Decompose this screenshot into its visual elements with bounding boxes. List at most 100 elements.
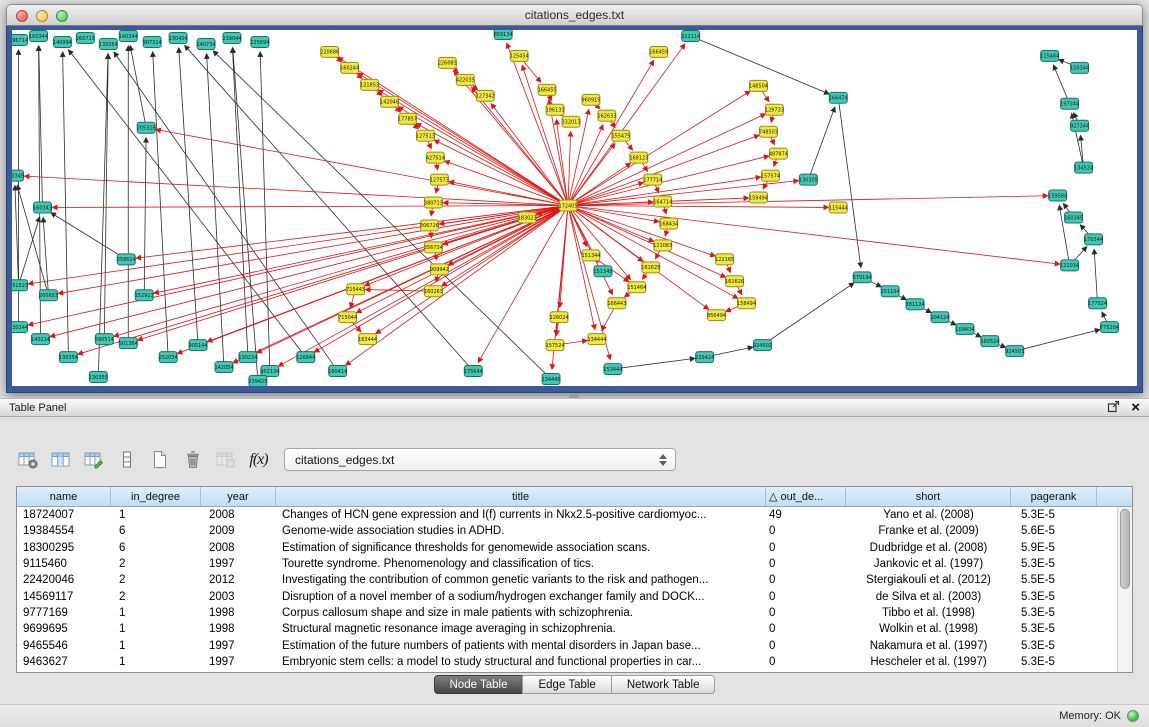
network-node[interactable]: 175644	[464, 366, 483, 377]
table-row[interactable]: 1830029562008Estimation of significance …	[17, 540, 1132, 556]
network-node[interactable]: 152913	[135, 290, 154, 301]
network-node[interactable]: 148504	[749, 80, 768, 91]
network-node[interactable]: 153444	[603, 364, 622, 375]
network-node[interactable]: 134524	[1074, 162, 1093, 173]
network-node[interactable]: 170344	[1084, 234, 1103, 245]
table-row[interactable]: 911546021997Tourette syndrome. Phenomeno…	[17, 556, 1132, 572]
network-node[interactable]: 679194	[853, 272, 872, 283]
network-node[interactable]: 166474	[829, 92, 848, 103]
network-node[interactable]: 130234	[238, 352, 257, 363]
network-node[interactable]: 151345	[593, 266, 612, 277]
window-titlebar[interactable]: citations_edges.txt	[6, 4, 1143, 26]
network-node[interactable]: 142046	[380, 96, 399, 107]
network-node[interactable]: 163444	[358, 334, 377, 345]
row-height-icon[interactable]	[113, 446, 140, 473]
network-node[interactable]: 121083	[653, 240, 672, 251]
network-node[interactable]: 157574	[761, 170, 780, 181]
network-node[interactable]: 258614	[117, 254, 136, 265]
network-node[interactable]: 927344	[1070, 120, 1089, 131]
network-node[interactable]: 239424	[695, 352, 714, 363]
function-builder-icon[interactable]: f(x)	[245, 446, 272, 473]
network-node[interactable]: 142054	[215, 362, 234, 373]
network-node[interactable]: 126844	[296, 352, 315, 363]
network-node[interactable]: 166443	[607, 298, 626, 309]
network-node[interactable]: 205316	[137, 122, 156, 133]
column-header-short[interactable]: short	[846, 487, 1011, 506]
network-node[interactable]: 150344	[1070, 62, 1089, 73]
table-row[interactable]: 1456911722003Disruption of a novel membe…	[17, 588, 1132, 604]
network-node[interactable]: 924503	[1005, 346, 1024, 357]
tab-edge-table[interactable]: Edge Table	[522, 675, 611, 694]
network-node[interactable]: 134445	[542, 374, 561, 385]
scrollbar-thumb[interactable]	[1120, 509, 1130, 589]
network-node[interactable]: 590514	[95, 334, 114, 345]
network-node[interactable]: 158494	[737, 298, 756, 309]
network-node[interactable]: 159494	[749, 192, 768, 203]
network-node[interactable]: 125694	[250, 36, 269, 47]
network-node[interactable]: 905144	[189, 340, 208, 351]
network-node[interactable]: 160345	[1064, 212, 1083, 223]
network-node[interactable]: 115444	[829, 202, 848, 213]
tab-node-table[interactable]: Node Table	[434, 675, 524, 694]
tab-network-table[interactable]: Network Table	[611, 675, 716, 694]
new-table-icon[interactable]	[146, 446, 173, 473]
network-node[interactable]: 166455	[538, 84, 557, 95]
network-node[interactable]: 168123	[629, 152, 648, 163]
table-settings-icon[interactable]	[14, 446, 41, 473]
network-node[interactable]: 164714	[653, 196, 672, 207]
network-node[interactable]: 129733	[765, 104, 784, 115]
table-row[interactable]: 946554611997Estimation of the future num…	[17, 637, 1132, 653]
network-node[interactable]: 183023	[518, 212, 537, 223]
network-node[interactable]: 226083	[438, 57, 457, 68]
network-node[interactable]: 260713	[76, 32, 95, 43]
network-node[interactable]: 130454	[169, 32, 188, 43]
network-node[interactable]: 856494	[707, 310, 726, 321]
network-node[interactable]: 140214	[31, 334, 50, 345]
network-node[interactable]: 296714	[12, 34, 28, 45]
network-node[interactable]: 130344	[12, 322, 28, 333]
network-node[interactable]: 115484	[1040, 50, 1059, 61]
network-node[interactable]: 422035	[456, 74, 475, 85]
network-node[interactable]: 501364	[119, 338, 138, 349]
network-node[interactable]: 162633	[597, 110, 616, 121]
network-node[interactable]: 151104	[881, 286, 900, 297]
network-node[interactable]: 902134	[260, 366, 279, 377]
table-row[interactable]: 977716911998Corpus callosum shape and si…	[17, 605, 1132, 621]
network-node[interactable]: 356734	[424, 242, 443, 253]
network-svg[interactable]: 1724052206861602441218531420461778571275…	[12, 30, 1137, 386]
network-node[interactable]: 177857	[398, 113, 417, 124]
column-header-out_de[interactable]: △ out_de...	[766, 487, 846, 506]
table-scrollbar[interactable]	[1117, 507, 1132, 672]
network-node[interactable]: 172405	[559, 200, 578, 211]
network-node[interactable]: 220686	[320, 46, 339, 57]
network-node[interactable]: 427514	[426, 152, 445, 163]
close-window-icon[interactable]	[16, 10, 28, 22]
network-node[interactable]: 725443	[346, 284, 365, 295]
network-node[interactable]: 134444	[587, 334, 606, 345]
network-node[interactable]: 160343	[33, 202, 52, 213]
network-node[interactable]: 197344	[1060, 98, 1079, 109]
network-node[interactable]: 251523	[12, 280, 28, 291]
network-node[interactable]: 109434	[955, 324, 974, 335]
network-node[interactable]: 126024	[550, 312, 569, 323]
network-node[interactable]: 859134	[494, 30, 513, 39]
edit-table-icon[interactable]	[80, 446, 107, 473]
network-node[interactable]: 125434	[510, 50, 529, 61]
network-node[interactable]: 127513	[416, 130, 435, 141]
network-node[interactable]: 380713	[424, 197, 443, 208]
network-node[interactable]: 135064	[99, 38, 118, 49]
table-row[interactable]: 1938455462009Genome-wide association stu…	[17, 523, 1132, 539]
network-node[interactable]: 127342	[476, 90, 495, 101]
column-header-year[interactable]: year	[201, 487, 276, 506]
network-node[interactable]: 907314	[143, 36, 162, 47]
network-node[interactable]: 160263	[424, 286, 443, 297]
network-node[interactable]: 130354	[59, 352, 78, 363]
column-header-name[interactable]: name	[17, 487, 111, 506]
import-table-icon[interactable]	[212, 446, 239, 473]
network-node[interactable]: 121034	[1060, 260, 1079, 271]
network-node[interactable]: 140344	[119, 30, 138, 41]
network-node[interactable]: 159584	[1048, 190, 1067, 201]
delete-table-icon[interactable]	[179, 446, 206, 473]
network-node[interactable]: 306726	[420, 220, 439, 231]
network-node[interactable]: 212114	[681, 30, 700, 41]
